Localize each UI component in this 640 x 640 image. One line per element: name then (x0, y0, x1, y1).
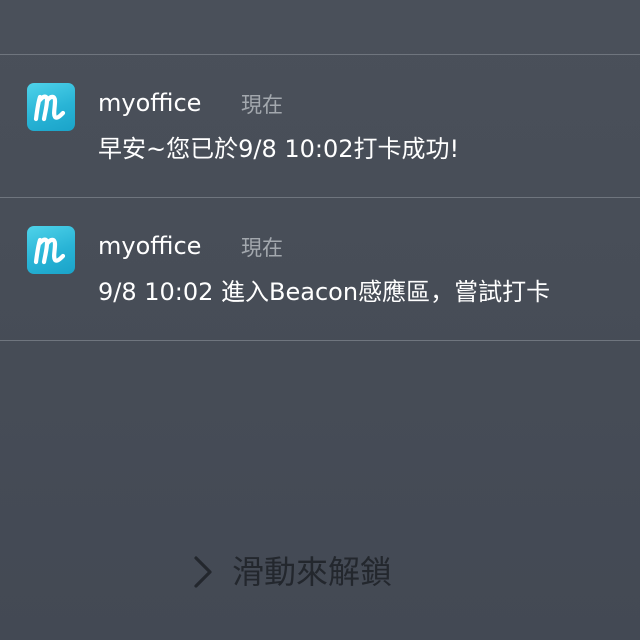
slide-to-unlock-label: 滑動來解鎖 (232, 553, 393, 591)
myoffice-app-icon (27, 83, 75, 131)
slide-to-unlock[interactable]: 滑動來解鎖 (190, 550, 392, 594)
lock-screen: myoffice 現在 早安~您已於9/8 10:02打卡成功! myoffic… (0, 0, 640, 640)
myoffice-app-icon (27, 226, 75, 274)
notification-message: 早安~您已於9/8 10:02打卡成功! (98, 135, 460, 163)
notification-message: 9/8 10:02 進入Beacon感應區，嘗試打卡 (98, 278, 551, 306)
notification-card[interactable]: myoffice 現在 早安~您已於9/8 10:02打卡成功! (0, 55, 640, 197)
divider (0, 340, 640, 341)
notification-app-name: myoffice (98, 89, 202, 117)
notification-timestamp: 現在 (241, 236, 283, 260)
notification-app-name: myoffice (98, 232, 202, 260)
notification-card[interactable]: myoffice 現在 9/8 10:02 進入Beacon感應區，嘗試打卡 (0, 198, 640, 340)
notification-timestamp: 現在 (241, 93, 283, 117)
chevron-right-icon (194, 556, 212, 588)
